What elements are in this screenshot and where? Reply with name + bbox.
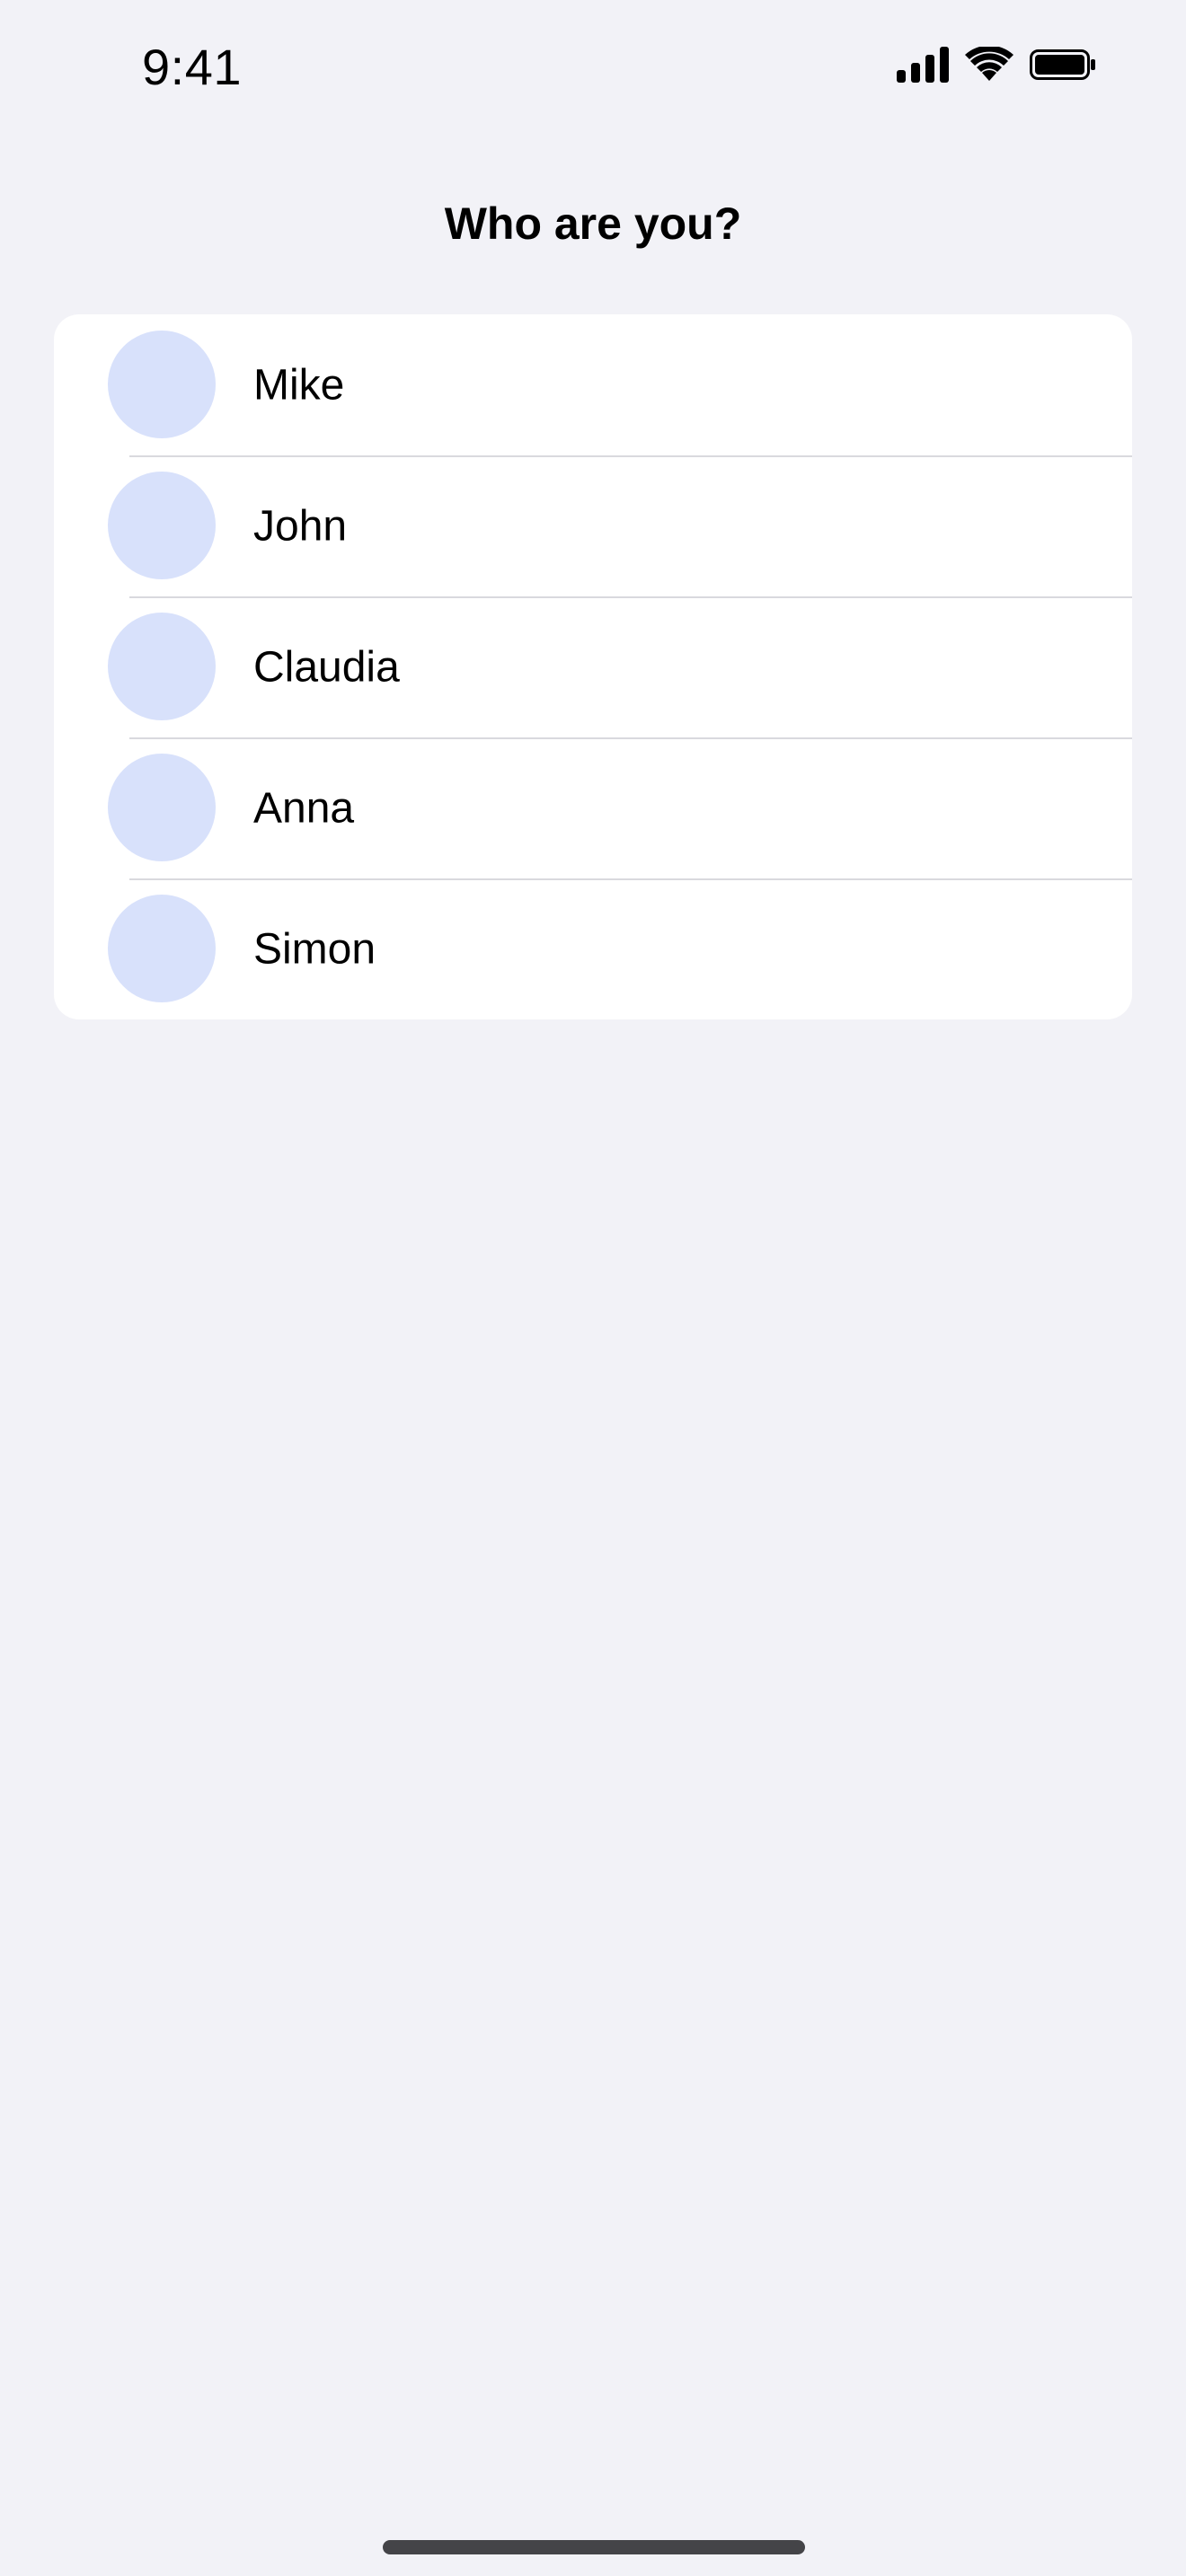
status-icons [897, 47, 1096, 83]
avatar [108, 754, 216, 861]
list-item-claudia[interactable]: Claudia [54, 596, 1132, 737]
status-time: 9:41 [142, 39, 242, 95]
list-item-simon[interactable]: Simon [54, 878, 1132, 1019]
avatar [108, 331, 216, 438]
list-item-john[interactable]: John [54, 455, 1132, 596]
status-bar: 9:41 [0, 0, 1186, 135]
avatar [108, 472, 216, 579]
page-title: Who are you? [444, 198, 742, 249]
avatar [108, 895, 216, 1002]
person-name: John [253, 502, 348, 550]
battery-icon [1030, 49, 1095, 80]
person-name: Mike [253, 361, 345, 409]
list-item-anna[interactable]: Anna [54, 737, 1132, 878]
person-name: Anna [253, 784, 355, 832]
person-name: Simon [253, 925, 376, 973]
wifi-icon [965, 47, 1013, 81]
cellular-signal-icon [897, 47, 949, 83]
avatar [108, 613, 216, 720]
person-name: Claudia [253, 643, 400, 691]
home-indicator[interactable] [383, 2540, 805, 2554]
people-list: Mike John Claudia Anna Simon [54, 314, 1132, 1019]
list-item-mike[interactable]: Mike [54, 314, 1132, 455]
